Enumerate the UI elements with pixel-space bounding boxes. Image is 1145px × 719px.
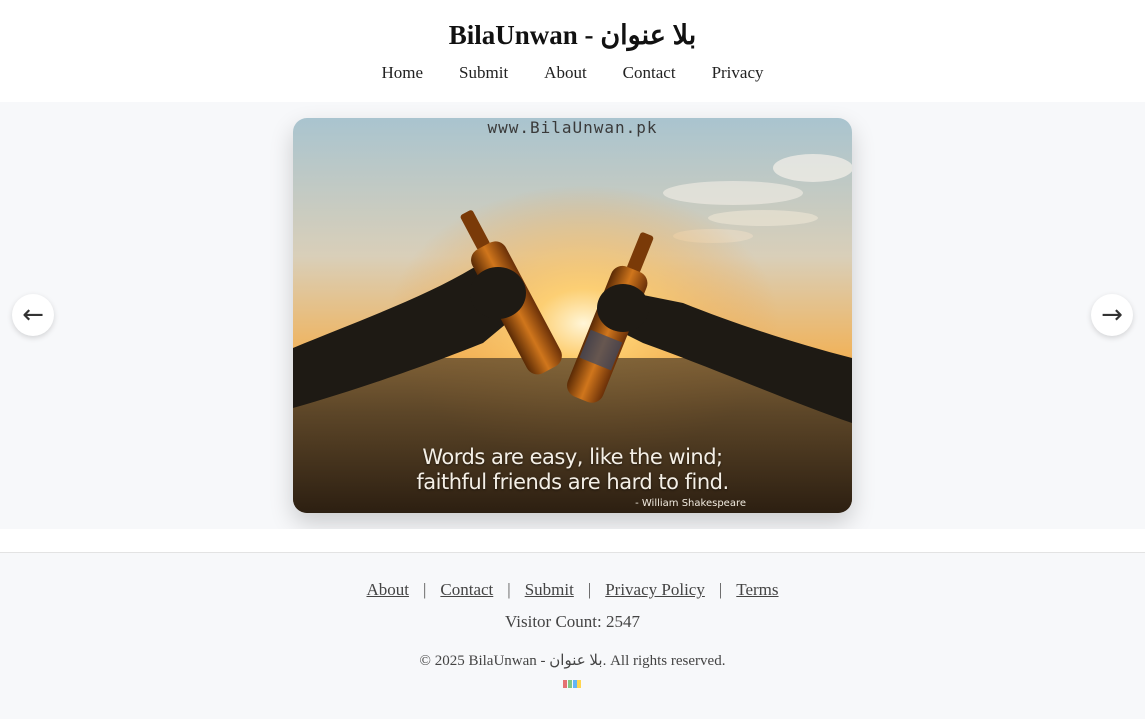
arrow-left-icon: ← xyxy=(22,300,44,330)
footer-contact-link[interactable]: Contact xyxy=(440,580,493,600)
nav-contact-link[interactable]: Contact xyxy=(623,63,676,83)
quote-line-2: faithful friends are hard to find. xyxy=(416,470,729,494)
nav-submit-link[interactable]: Submit xyxy=(459,63,508,83)
footer-separator: | xyxy=(507,580,511,599)
top-nav: Home Submit About Contact Privacy xyxy=(0,63,1145,83)
site-header: BilaUnwan - بلا عنوان Home Submit About … xyxy=(0,0,1145,102)
carousel-next-button[interactable]: → xyxy=(1091,294,1133,336)
site-footer: About | Contact | Submit | Privacy Polic… xyxy=(0,554,1145,719)
image-carousel: www.BilaUnwan.pk Words are easy, like th… xyxy=(0,102,1145,529)
footer-separator: | xyxy=(718,580,723,599)
copyright-text: © 2025 BilaUnwan - بلا عنوان. All rights… xyxy=(419,653,726,669)
watermark-text: www.BilaUnwan.pk xyxy=(487,118,658,137)
quote-line-1: Words are easy, like the wind; xyxy=(422,445,723,469)
nav-about-link[interactable]: About xyxy=(544,63,587,83)
footer-separator: | xyxy=(422,580,427,599)
arrow-right-icon: → xyxy=(1101,300,1123,330)
carousel-slide-image[interactable]: www.BilaUnwan.pk Words are easy, like th… xyxy=(293,118,852,513)
site-badge-icon xyxy=(563,680,581,688)
nav-privacy-link[interactable]: Privacy xyxy=(712,63,764,83)
footer-about-link[interactable]: About xyxy=(366,580,409,600)
footer-terms-link[interactable]: Terms xyxy=(736,580,778,600)
site-title: BilaUnwan - بلا عنوان xyxy=(448,20,697,50)
quote-author: - William Shakespeare xyxy=(635,498,746,509)
carousel-prev-button[interactable]: ← xyxy=(12,294,54,336)
footer-separator: | xyxy=(587,580,592,599)
nav-home-link[interactable]: Home xyxy=(382,63,424,83)
section-divider xyxy=(0,529,1145,553)
footer-submit-link[interactable]: Submit xyxy=(525,580,574,600)
visitor-count: Visitor Count: 2547 xyxy=(505,612,640,631)
footer-links: About | Contact | Submit | Privacy Polic… xyxy=(0,580,1145,600)
footer-privacy-link[interactable]: Privacy Policy xyxy=(605,580,705,600)
